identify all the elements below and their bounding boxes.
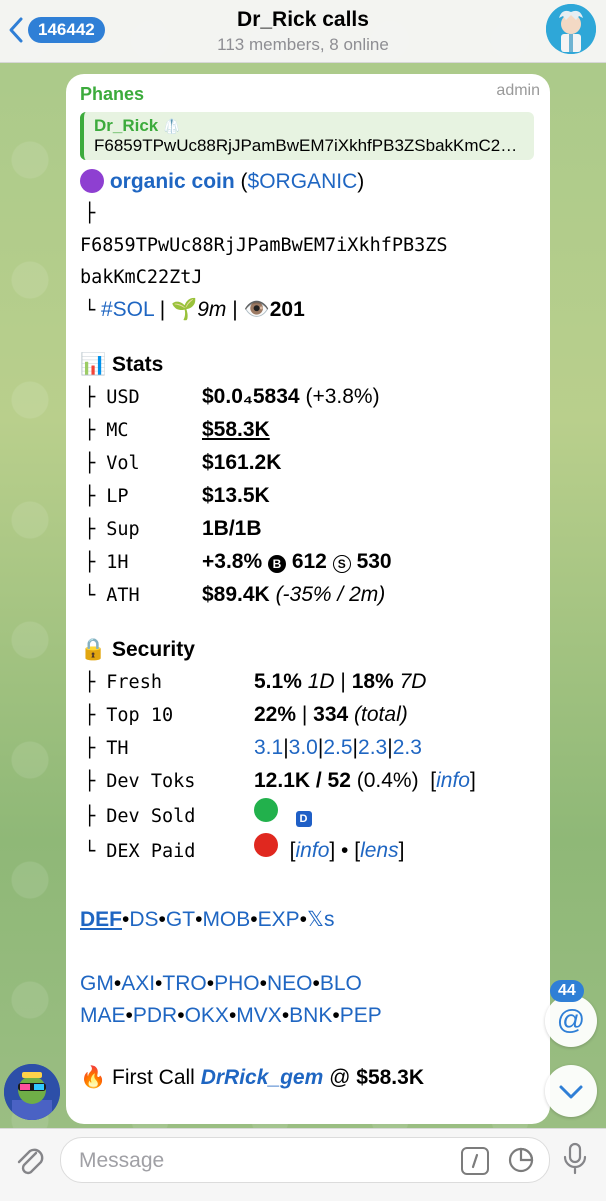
at-icon: @ [556, 1004, 586, 1035]
links-row-1: DEF•DS•GT•MOB•EXP•𝕏s [80, 908, 335, 931]
stat-vol: ├ Vol $161.2K [84, 451, 282, 474]
dev-badge-icon: D [295, 811, 312, 827]
th-link-2[interactable]: 3.0 [289, 732, 318, 764]
coin-ticker-link[interactable]: $ORGANIC [248, 170, 358, 193]
chevron-down-icon [559, 1085, 583, 1099]
chat-subtitle: 113 members, 8 online [217, 35, 389, 54]
paperclip-icon [17, 1148, 44, 1175]
tree-end: └ [84, 300, 96, 321]
first-call-value: $58.3K [356, 1066, 424, 1089]
link-neo[interactable]: NEO [267, 972, 313, 995]
security-heading: Security [112, 638, 195, 661]
stat-mc: ├ MC $58.3K [84, 418, 270, 441]
view-count: 201 [269, 298, 305, 321]
reply-preview[interactable]: Dr_Rick 🥼 F6859TPwUc88RjJPamBwEM7iXkhfPB… [80, 112, 534, 160]
robot-avatar-icon [4, 1064, 60, 1120]
security-fresh: ├ Fresh 5.1% 1D | 18% 7D [84, 670, 427, 693]
th-link-4[interactable]: 2.3 [358, 732, 387, 764]
link-pho[interactable]: PHO [214, 972, 260, 995]
th-link-5[interactable]: 2.3 [393, 732, 422, 764]
link-xs[interactable]: 𝕏s [307, 908, 334, 931]
link-def[interactable]: DEF [80, 908, 122, 931]
message-input[interactable]: Message [60, 1137, 550, 1183]
purple-circle-icon [80, 169, 104, 193]
contract-address-cont[interactable]: bakKmC22ZtJ [80, 262, 540, 294]
link-gt[interactable]: GT [166, 908, 195, 931]
stat-ath: └ ATH $89.4K (-35% / 2m) [84, 583, 386, 606]
reply-author: Dr_Rick [94, 116, 159, 135]
message-placeholder: Message [79, 1149, 165, 1172]
voice-record-button[interactable] [560, 1141, 590, 1182]
green-circle-icon [254, 798, 278, 822]
token-age: 9m [197, 298, 227, 321]
sender-avatar[interactable] [4, 1064, 60, 1120]
bar-chart-icon: 📊 [80, 353, 107, 376]
link-ds[interactable]: DS [129, 908, 158, 931]
link-okx[interactable]: OKX [185, 1004, 229, 1027]
message-composer: Message [0, 1128, 606, 1201]
sells-icon: S [332, 555, 351, 573]
red-circle-icon [254, 833, 278, 857]
tree-branch: ├ [84, 203, 96, 224]
mention-count-badge: 44 [550, 980, 584, 1002]
attach-button[interactable] [14, 1143, 46, 1184]
sticker-icon [508, 1147, 534, 1173]
first-call-user-link[interactable]: DrRick_gem [201, 1066, 324, 1089]
link-pep[interactable]: PEP [340, 1004, 382, 1027]
links-row-3: MAE•PDR•OKX•MVX•BNK•PEP [80, 1004, 382, 1027]
group-avatar[interactable] [546, 4, 596, 54]
slash-icon [471, 1153, 479, 1169]
fire-icon: 🔥 [80, 1066, 107, 1089]
stat-1h: ├ 1H +3.8% B 612 S 530 [84, 550, 392, 573]
buys-icon: B [267, 555, 286, 573]
first-call-line: 🔥 First Call DrRick_gem @ $58.3K [80, 1066, 424, 1089]
scientist-avatar-icon [546, 4, 596, 54]
info-link-2[interactable]: info [296, 835, 330, 867]
chat-title[interactable]: Dr_Rick calls [0, 8, 606, 32]
link-tro[interactable]: TRO [162, 972, 206, 995]
command-button[interactable] [461, 1147, 489, 1175]
seedling-icon: 🌱 [171, 298, 198, 321]
eye-icon: 👁️ [243, 298, 270, 321]
mention-button[interactable]: @ [545, 995, 597, 1047]
microphone-icon [563, 1142, 587, 1175]
link-mae[interactable]: MAE [80, 1004, 126, 1027]
sender-name[interactable]: Phanes [80, 84, 144, 104]
security-dexpaid: └ DEX Paid [info] • [lens] [80, 833, 540, 868]
th-link-1[interactable]: 3.1 [254, 732, 283, 764]
scroll-down-button[interactable] [545, 1065, 597, 1117]
stat-supply: ├ Sup 1B/1B [84, 517, 262, 540]
link-blo[interactable]: BLO [320, 972, 362, 995]
chat-header: 146442 Dr_Rick calls 113 members, 8 onli… [0, 0, 606, 63]
contract-address[interactable]: F6859TPwUc88RjJPamBwEM7iXkhfPB3ZS [80, 230, 540, 262]
coin-name-link[interactable]: organic coin [110, 170, 235, 193]
message-bubble[interactable]: Phanes admin Dr_Rick 🥼 F6859TPwUc88RjJPa… [66, 74, 550, 1124]
labcoat-icon: 🥼 [163, 118, 181, 134]
link-pdr[interactable]: PDR [133, 1004, 177, 1027]
th-link-3[interactable]: 2.5 [323, 732, 352, 764]
stats-heading: Stats [112, 353, 164, 376]
sticker-button[interactable] [507, 1146, 535, 1179]
link-mob[interactable]: MOB [202, 908, 250, 931]
link-mvx[interactable]: MVX [236, 1004, 282, 1027]
links-row-2: GM•AXI•TRO•PHO•NEO•BLO [80, 972, 362, 995]
info-link[interactable]: info [436, 765, 470, 797]
link-bnk[interactable]: BNK [289, 1004, 332, 1027]
lens-link[interactable]: lens [360, 835, 399, 867]
lock-icon: 🔒 [80, 638, 107, 661]
admin-label: admin [496, 82, 540, 99]
link-exp[interactable]: EXP [258, 908, 300, 931]
stat-usd: ├ USD $0.0₄5834 (+3.8%) [84, 385, 380, 408]
reply-text: F6859TPwUc88RjJPamBwEM7iXkhfPB3ZSbakKmC2… [94, 136, 524, 155]
stat-lp: ├ LP $13.5K [84, 484, 270, 507]
chain-hashtag[interactable]: #SOL [101, 298, 154, 321]
security-th: ├ TH 3.1 | 3.0 | 2.5 | 2.3 | 2.3 [80, 732, 540, 765]
security-devtoks: ├ Dev Toks 12.1K / 52 (0.4%) [info] [80, 765, 540, 798]
link-axi[interactable]: AXI [121, 972, 155, 995]
security-top10: ├ Top 10 22% | 334 (total) [84, 703, 408, 726]
link-gm[interactable]: GM [80, 972, 114, 995]
security-devsold: ├ Dev Sold D [80, 798, 540, 833]
